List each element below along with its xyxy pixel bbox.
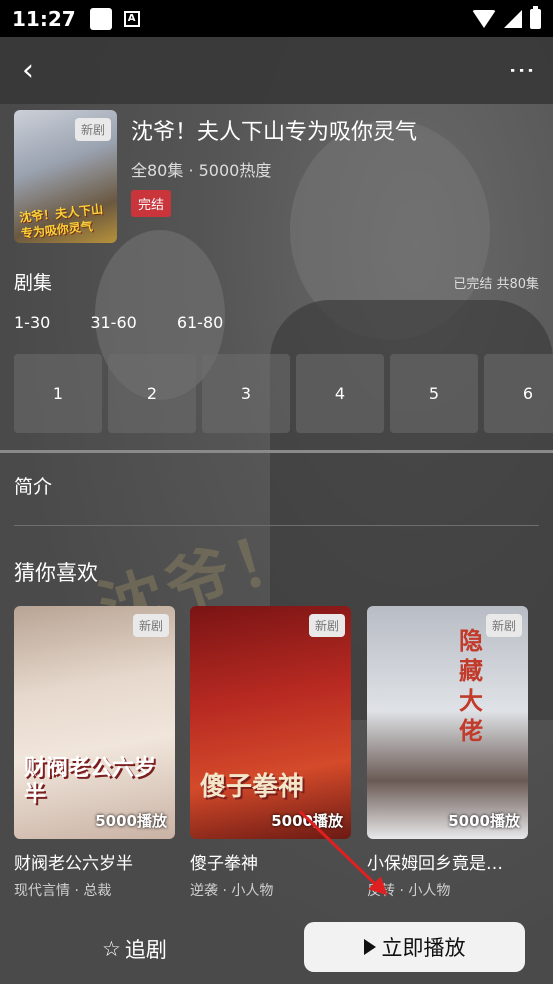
- episode-button[interactable]: 6: [484, 354, 553, 433]
- cover-title-art: 傻子拳神: [200, 772, 305, 802]
- recommend-card[interactable]: 新剧 傻子拳神 5000播放 傻子拳神 逆袭 · 小人物: [190, 606, 351, 900]
- card-cover: 新剧 隐藏大佬 5000播放: [367, 606, 528, 839]
- follow-button[interactable]: ☆ 追剧: [102, 934, 167, 964]
- cover-title-art: 财阀老公六岁半: [24, 756, 157, 807]
- episode-button[interactable]: 4: [296, 354, 384, 433]
- back-icon[interactable]: ‹: [22, 55, 34, 86]
- episode-button[interactable]: 5: [390, 354, 478, 433]
- range-tab-1-30[interactable]: 1-30: [14, 313, 50, 332]
- cover-title-art: 隐藏大佬: [459, 627, 483, 745]
- card-tags: 现代言情 · 总裁: [14, 883, 112, 899]
- bottom-bar: ☆ 追剧 立即播放: [0, 916, 553, 984]
- play-now-label: 立即播放: [381, 936, 466, 960]
- play-count: 5000播放: [448, 812, 520, 830]
- wifi-icon: [472, 9, 496, 28]
- intro-heading[interactable]: 简介: [14, 472, 52, 499]
- card-title: 小保姆回乡竟是…: [367, 854, 503, 874]
- episodes-summary[interactable]: 已完结 共80集: [453, 273, 539, 292]
- signal-icon: [504, 9, 522, 28]
- card-cover: 新剧 财阀老公六岁半 5000播放: [14, 606, 175, 839]
- recommend-heading: 猜你喜欢: [14, 561, 98, 585]
- play-icon: [363, 939, 376, 955]
- battery-icon: [530, 5, 541, 29]
- section-divider: [14, 525, 539, 526]
- card-title: 傻子拳神: [190, 854, 258, 874]
- top-nav: ‹ ⋮: [0, 37, 553, 104]
- new-badge: 新剧: [74, 118, 111, 141]
- range-tab-61-80[interactable]: 61-80: [177, 313, 224, 332]
- drama-meta: 全80集 · 5000热度: [131, 161, 272, 180]
- card-title: 财阀老公六岁半: [14, 854, 133, 874]
- episode-button[interactable]: 3: [202, 354, 290, 433]
- recommend-card[interactable]: 新剧 隐藏大佬 5000播放 小保姆回乡竟是… 反转 · 小人物: [367, 606, 528, 900]
- status-time: 11:27: [12, 6, 76, 31]
- card-cover: 新剧 傻子拳神 5000播放: [190, 606, 351, 839]
- recommend-card[interactable]: 新剧 财阀老公六岁半 5000播放 财阀老公六岁半 现代言情 · 总裁: [14, 606, 175, 900]
- episode-range-tabs: 1-30 31-60 61-80: [14, 313, 223, 332]
- a-box-icon: A: [123, 10, 140, 27]
- status-badge: 完结: [131, 190, 172, 217]
- status-bar: 11:27 A: [0, 0, 553, 37]
- new-badge: 新剧: [485, 614, 522, 637]
- episode-button[interactable]: 2: [108, 354, 196, 433]
- drama-header: 新剧 沈爷！夫人下山专为吸你灵气 沈爷！夫人下山专为吸你灵气 全80集 · 50…: [14, 110, 544, 245]
- section-divider: [0, 450, 553, 453]
- play-now-button[interactable]: 立即播放: [304, 922, 525, 972]
- star-icon: ☆: [102, 937, 121, 961]
- play-count: 5000播放: [95, 812, 167, 830]
- poster-title-art: 沈爷！夫人下山专为吸你灵气: [18, 202, 104, 241]
- new-badge: 新剧: [308, 614, 345, 637]
- more-options-icon[interactable]: ⋮: [507, 57, 537, 84]
- follow-label: 追剧: [124, 938, 167, 962]
- episode-button[interactable]: 1: [14, 354, 102, 433]
- card-tags: 逆袭 · 小人物: [190, 883, 274, 899]
- drama-poster: 新剧 沈爷！夫人下山专为吸你灵气: [14, 110, 117, 243]
- episode-list: 1 2 3 4 5 6: [14, 354, 553, 433]
- episodes-heading: 剧集: [14, 272, 53, 294]
- notification-square-icon: [89, 7, 112, 30]
- range-tab-31-60[interactable]: 31-60: [90, 313, 137, 332]
- new-badge: 新剧: [132, 614, 169, 637]
- drama-title: 沈爷！夫人下山专为吸你灵气: [131, 120, 418, 145]
